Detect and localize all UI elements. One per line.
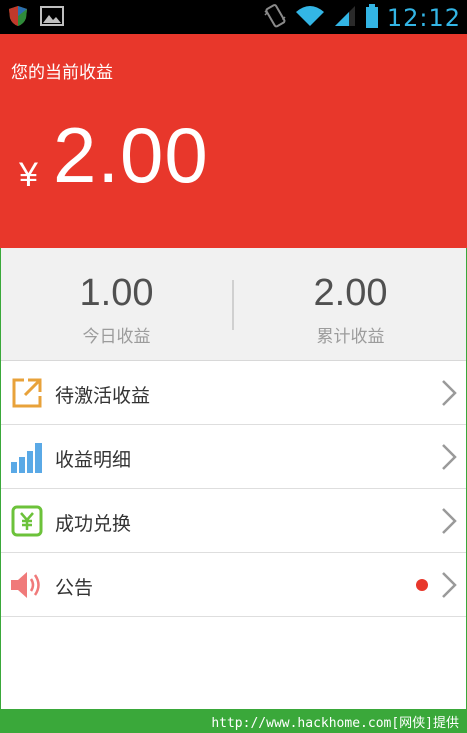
vibrate-icon	[263, 3, 287, 33]
shield-icon	[8, 5, 28, 31]
total-earnings: 2.00 累计收益	[234, 248, 467, 361]
unread-dot	[416, 579, 428, 591]
menu-item-redeemed[interactable]: 成功兑换	[0, 489, 467, 553]
yen-card-icon	[10, 504, 44, 538]
total-earnings-label: 累计收益	[316, 327, 385, 347]
wifi-icon	[295, 4, 325, 32]
frame-edge-left	[0, 248, 1, 709]
menu-item-label: 待激活收益	[55, 385, 151, 407]
chevron-right-icon	[441, 379, 457, 407]
menu-item-earnings-detail[interactable]: 收益明细	[0, 425, 467, 489]
menu-item-label: 成功兑换	[55, 513, 132, 535]
external-link-icon	[10, 376, 44, 410]
earnings-stats: 1.00 今日收益 2.00 累计收益	[0, 248, 467, 361]
signal-icon	[333, 4, 357, 32]
page-title: 您的当前收益	[11, 63, 113, 83]
menu-item-announcement[interactable]: 公告	[0, 553, 467, 617]
total-earnings-value: 2.00	[313, 272, 388, 314]
currency-symbol: ¥	[19, 156, 38, 194]
menu-item-label: 公告	[55, 577, 94, 599]
chevron-right-icon	[441, 443, 457, 471]
watermark-bar: http://www.hackhome.com[网侠]提供	[0, 709, 467, 733]
menu-list: 待激活收益 收益明细 成功兑换 公告	[0, 361, 467, 617]
today-earnings-value: 1.00	[79, 272, 154, 314]
bar-chart-icon	[10, 440, 44, 474]
current-earnings-amount: 2.00	[53, 111, 209, 199]
status-bar: 12:12	[0, 0, 467, 34]
menu-item-label: 收益明细	[55, 449, 132, 471]
battery-icon	[365, 3, 379, 33]
today-earnings-label: 今日收益	[82, 327, 151, 347]
today-earnings: 1.00 今日收益	[0, 248, 233, 361]
earnings-header: 您的当前收益 ¥ 2.00	[0, 34, 467, 248]
image-icon	[40, 5, 64, 31]
chevron-right-icon	[441, 571, 457, 599]
speaker-icon	[10, 568, 44, 602]
chevron-right-icon	[441, 507, 457, 535]
menu-item-pending-earnings[interactable]: 待激活收益	[0, 361, 467, 425]
watermark-text: http://www.hackhome.com[网侠]提供	[211, 716, 459, 731]
clock: 12:12	[386, 4, 461, 32]
